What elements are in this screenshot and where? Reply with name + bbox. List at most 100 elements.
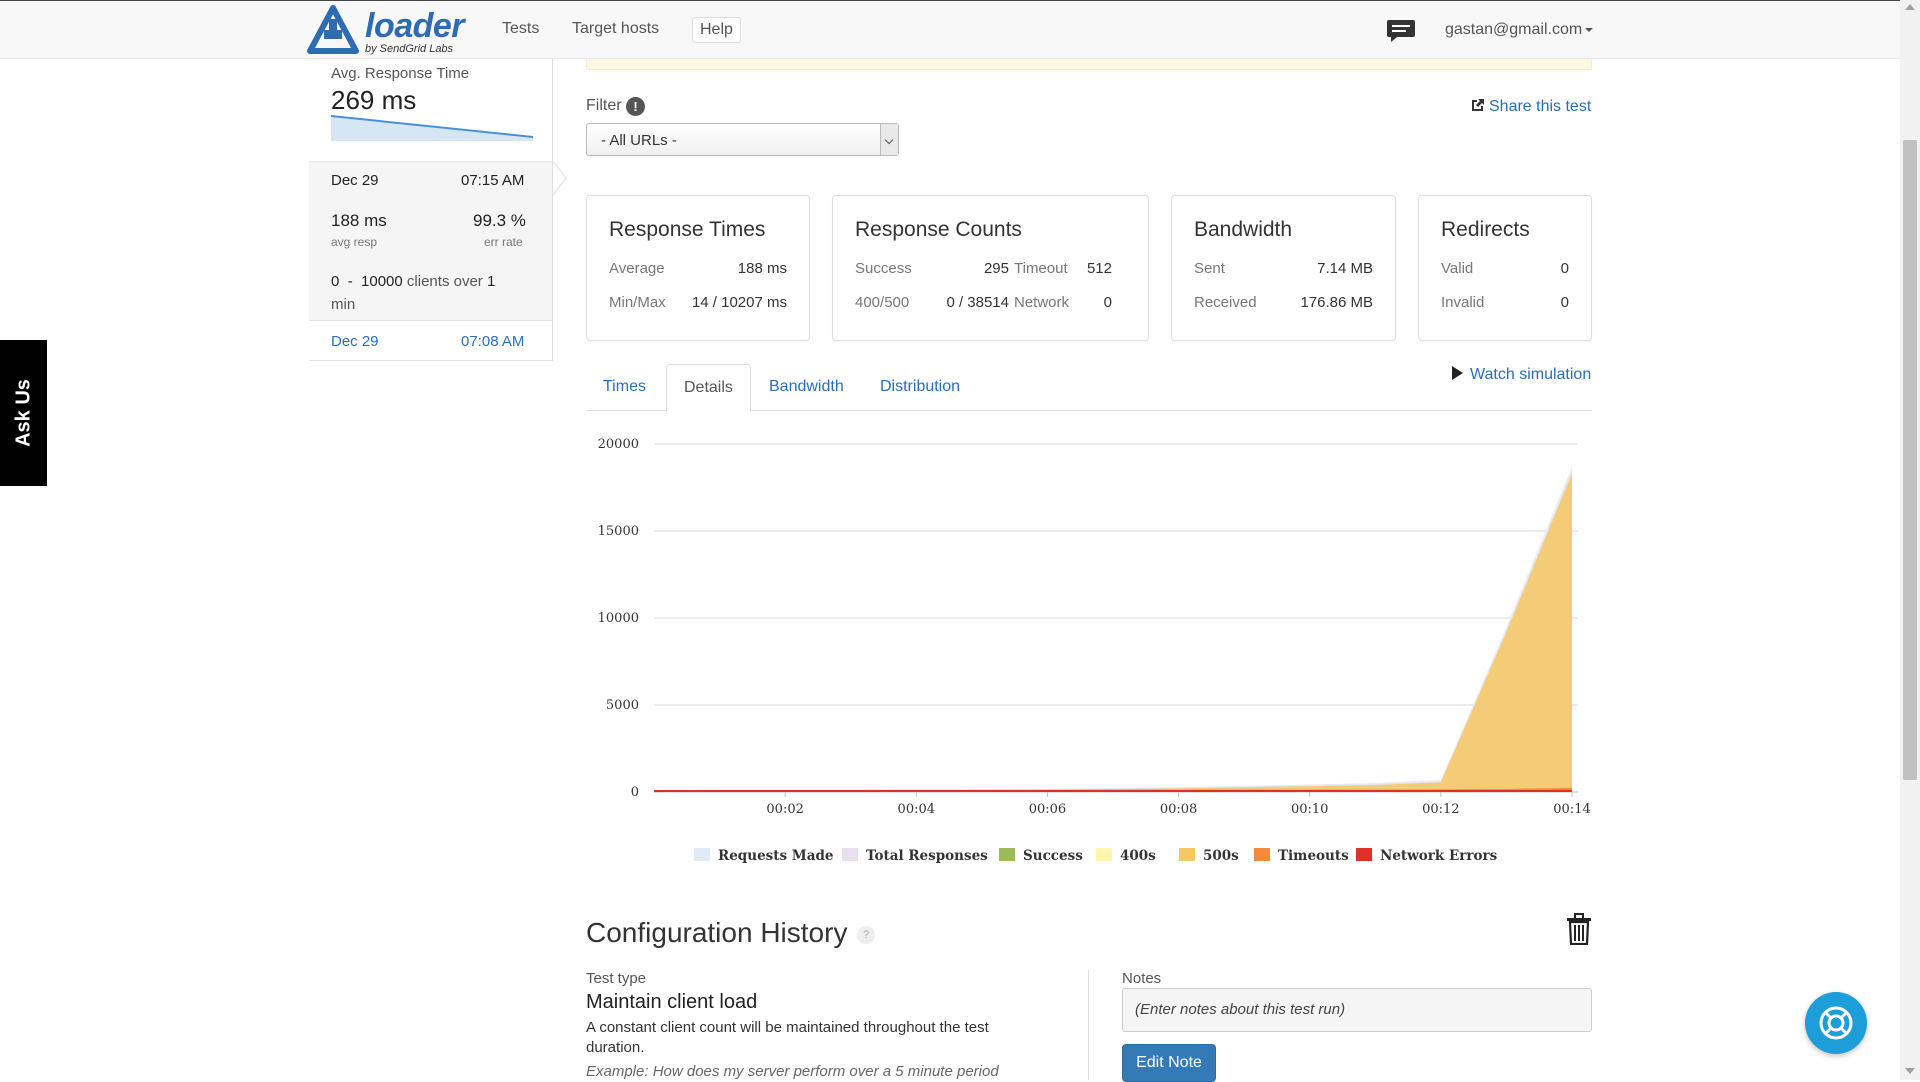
nav-target-hosts[interactable]: Target hosts [572,20,659,38]
test-type-example: Example: How does my server perform over… [586,1063,999,1080]
info-icon[interactable]: ! [626,97,645,116]
notes-input[interactable]: (Enter notes about this test run) [1122,988,1592,1032]
received-value: 176.86 MB [1300,294,1373,311]
notes-label: Notes [1122,970,1162,987]
y-tick-label: 20000 [598,437,639,452]
legend-item[interactable]: Timeouts [1254,848,1349,864]
filter-label: Filter [586,97,622,114]
run-err-rate: 99.3 % [473,211,526,230]
legend-swatch [1356,848,1372,861]
x-tick-label: 00:14 [1553,802,1590,817]
trash-icon[interactable] [1566,913,1592,945]
watch-simulation-link[interactable]: Watch simulation [1452,366,1591,384]
legend-item[interactable]: 500s [1179,848,1239,864]
legend-item[interactable]: Requests Made [694,848,834,864]
run-duration-unit: min [331,296,356,313]
loader-logo-icon [307,5,359,54]
average-value: 188 ms [737,260,787,277]
legend-label: Success [1023,848,1083,864]
minmax-label: Min/Max [609,294,666,311]
x-tick-label: 00:10 [1291,802,1328,817]
legend-swatch [1254,848,1270,861]
x-tick-label: 00:06 [1029,802,1066,817]
share-label: Share this test [1489,98,1592,115]
legend-item[interactable]: Success [999,848,1083,864]
series-area-500s [654,473,1572,792]
nav-tests[interactable]: Tests [502,20,539,38]
legend-item[interactable]: 400s [1096,848,1156,864]
tab-details[interactable]: Details [666,364,751,412]
network-label: Network [1014,294,1070,311]
scroll-up-arrow-icon[interactable] [1905,4,1915,10]
logo-subtitle: by SendGrid Labs [365,43,454,55]
scroll-down-arrow-icon[interactable] [1905,1068,1915,1074]
card-title: Response Counts [855,218,1022,241]
legend-label: 500s [1203,848,1239,864]
ask-us-tab[interactable]: Ask Us [0,340,47,486]
configuration-history-title: Configuration History [586,917,848,948]
valid-label: Valid [1441,260,1474,277]
test-run-item[interactable]: Dec 29 07:08 AM [309,321,552,361]
nav-help[interactable]: Help [692,17,741,43]
chevron-down-icon [1585,27,1594,32]
average-label: Average [609,260,665,277]
response-times-card: Response Times Average 188 ms Min/Max 14… [586,195,810,341]
user-menu[interactable]: gastan@gmail.com [1445,21,1594,39]
edit-note-button[interactable]: Edit Note [1122,1044,1216,1082]
run-clients: 0 - 10000 clients over 1 [331,273,495,290]
legend-swatch [1179,848,1195,861]
legend-label: 400s [1120,848,1156,864]
test-type-description: A constant client count will be maintain… [586,1019,989,1056]
run-err-rate-label: err rate [484,235,523,249]
card-title: Response Times [609,218,766,241]
legend-swatch [842,848,858,861]
run-avg-resp-label: avg resp [331,235,378,249]
user-email: gastan@gmail.com [1445,21,1583,38]
selected-run-pointer [553,161,567,195]
config-divider [1088,970,1089,1080]
url-filter-value: - All URLs - [601,132,677,149]
watch-simulation-label: Watch simulation [1470,366,1592,383]
run-clients-dash: - [347,273,353,290]
top-navbar: loader by SendGrid Labs Tests Target hos… [0,0,1900,59]
test-runs-sidebar: Avg. Response Time 269 ms Dec 29 07:15 A… [309,59,553,361]
url-filter-select[interactable]: - All URLs - [586,123,899,156]
loader-logo[interactable]: loader by SendGrid Labs [307,5,467,57]
legend-item[interactable]: Total Responses [842,848,988,864]
avg-response-sparkline [331,115,533,141]
timeout-label: Timeout [1014,260,1068,277]
test-type-label: Test type [586,970,647,987]
x-tick-label: 00:04 [898,802,935,817]
y-tick-label: 0 [631,785,639,800]
share-icon [1472,99,1484,111]
scrollbar-thumb[interactable] [1903,140,1917,780]
help-icon[interactable]: ? [857,926,875,944]
series-area-total-responses [654,470,1572,792]
legend-swatch [1096,848,1112,861]
chat-icon[interactable] [1386,18,1416,44]
alert-banner [586,59,1592,70]
error-value: 0 / 38514 [946,294,1009,311]
test-run-item-selected[interactable]: Dec 29 07:15 AM 188 ms avg resp 99.3 % e… [309,161,552,321]
chart-tabs: Times Details Bandwidth Distribution [586,364,1592,412]
test-type-value: Maintain client load [586,991,758,1013]
sent-value: 7.14 MB [1317,260,1373,277]
vertical-scrollbar[interactable] [1900,0,1920,1080]
ask-us-label: Ask Us [12,379,34,447]
legend-label: Network Errors [1380,848,1498,864]
invalid-value: 0 [1560,294,1569,311]
bandwidth-card: Bandwidth Sent 7.14 MB Received 176.86 M… [1171,195,1396,341]
help-widget-button[interactable] [1805,992,1867,1054]
timeout-value: 512 [1086,260,1112,277]
chevron-down-icon[interactable] [880,124,898,155]
tab-times[interactable]: Times [586,364,663,411]
legend-item[interactable]: Network Errors [1356,848,1497,864]
tab-bandwidth[interactable]: Bandwidth [752,364,861,411]
success-value: 295 [983,260,1009,277]
share-test-link[interactable]: Share this test [1470,97,1591,116]
tab-distribution[interactable]: Distribution [863,364,977,411]
legend-label: Requests Made [718,848,834,864]
run-time: 07:15 AM [461,172,525,189]
run-time: 07:08 AM [461,333,525,350]
redirects-card: Redirects Valid 0 Invalid 0 [1418,195,1592,341]
